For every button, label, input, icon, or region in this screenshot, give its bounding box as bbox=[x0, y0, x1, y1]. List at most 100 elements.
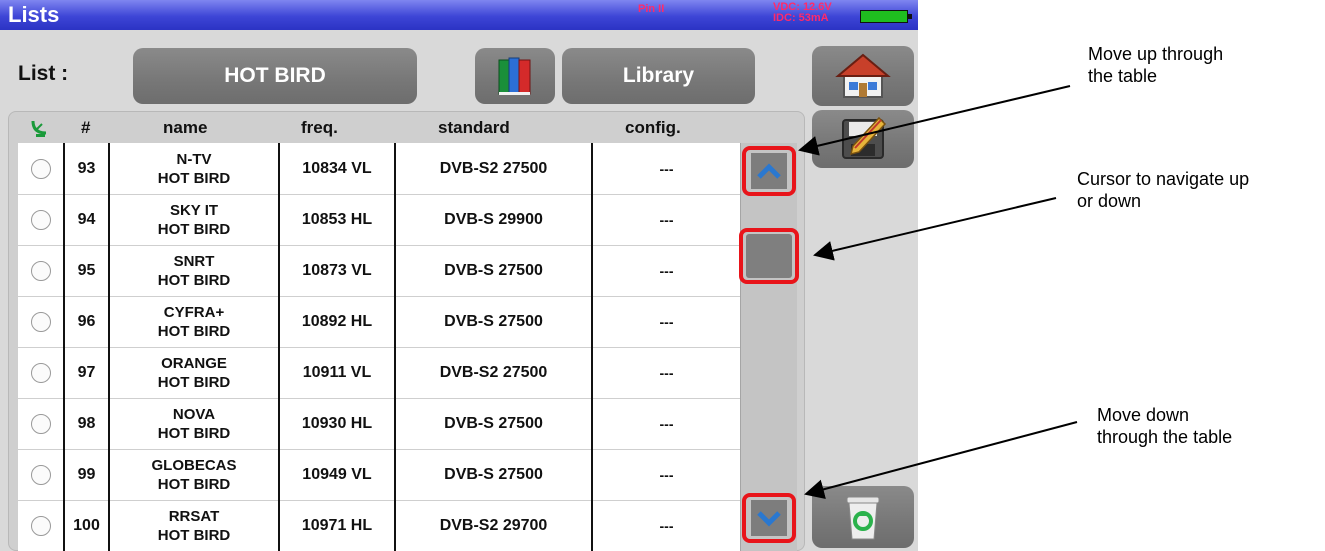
table-row[interactable]: 94 SKY IT HOT BIRD 10853 HL DVB-S 29900 -… bbox=[18, 194, 740, 246]
row-config: --- bbox=[659, 415, 674, 432]
satellite-name: HOT BIRD bbox=[157, 220, 231, 238]
radio-button[interactable] bbox=[30, 413, 51, 434]
save-edit-button[interactable] bbox=[812, 110, 914, 168]
row-radio[interactable] bbox=[18, 143, 65, 194]
radio-button[interactable] bbox=[30, 260, 51, 281]
header-freq: freq. bbox=[301, 118, 338, 137]
idc-readout: IDC: 53mA bbox=[773, 12, 829, 24]
row-name: SNRT HOT BIRD bbox=[110, 245, 280, 296]
row-radio[interactable] bbox=[18, 398, 65, 449]
scroll-down-button[interactable] bbox=[742, 493, 796, 543]
row-radio[interactable] bbox=[18, 296, 65, 347]
radio-button[interactable] bbox=[30, 311, 51, 332]
row-freq: 10892 HL bbox=[280, 296, 396, 347]
radio-button[interactable] bbox=[30, 209, 51, 230]
home-icon bbox=[835, 53, 891, 98]
row-standard: DVB-S2 27500 bbox=[396, 347, 593, 398]
radio-button[interactable] bbox=[30, 464, 51, 485]
row-freq: 10873 VL bbox=[280, 245, 396, 296]
arrow-down-icon bbox=[757, 511, 781, 527]
scrollbar[interactable] bbox=[740, 143, 797, 551]
row-num: 94 bbox=[65, 194, 110, 245]
row-config: --- bbox=[659, 517, 674, 534]
list-label: List : bbox=[18, 62, 69, 85]
home-button[interactable] bbox=[812, 46, 914, 106]
row-freq: 10853 HL bbox=[280, 194, 396, 245]
table-row[interactable]: 96 CYFRA+ HOT BIRD 10892 HL DVB-S 27500 -… bbox=[18, 296, 740, 348]
row-name: NOVA HOT BIRD bbox=[110, 398, 280, 449]
row-num: 99 bbox=[65, 449, 110, 500]
save-edit-icon bbox=[842, 116, 887, 159]
channel-name: RRSAT bbox=[168, 507, 220, 525]
row-config: --- bbox=[659, 160, 674, 177]
row-config: --- bbox=[659, 211, 674, 228]
row-name: ORANGE HOT BIRD bbox=[110, 347, 280, 398]
table-row[interactable]: 93 N-TV HOT BIRD 10834 VL DVB-S2 27500 --… bbox=[18, 143, 740, 195]
header-num: # bbox=[81, 118, 91, 137]
row-num: 97 bbox=[65, 347, 110, 398]
row-name: N-TV HOT BIRD bbox=[110, 143, 280, 194]
row-radio[interactable] bbox=[18, 245, 65, 296]
row-standard: DVB-S 27500 bbox=[396, 398, 593, 449]
channel-name: GLOBECAS bbox=[151, 456, 237, 474]
row-num: 100 bbox=[65, 500, 110, 551]
row-standard: DVB-S 27500 bbox=[396, 296, 593, 347]
page-title: Lists bbox=[8, 2, 60, 27]
channel-name: SKY IT bbox=[169, 201, 219, 219]
row-standard: DVB-S 27500 bbox=[396, 245, 593, 296]
power-readout: VDC: 12.6V IDC: 53mA bbox=[773, 2, 832, 24]
arrow-up-icon bbox=[757, 163, 781, 179]
satellite-name: HOT BIRD bbox=[157, 169, 231, 187]
header-config: config. bbox=[625, 118, 681, 137]
scroll-cursor[interactable] bbox=[739, 228, 799, 284]
row-num: 96 bbox=[65, 296, 110, 347]
row-freq: 10930 HL bbox=[280, 398, 396, 449]
library-icon-button[interactable] bbox=[475, 48, 555, 104]
row-radio[interactable] bbox=[18, 500, 65, 551]
channel-table: 93 N-TV HOT BIRD 10834 VL DVB-S2 27500 --… bbox=[18, 143, 740, 551]
row-name: GLOBECAS HOT BIRD bbox=[110, 449, 280, 500]
satellite-dish-icon bbox=[31, 120, 47, 137]
channel-name: SNRT bbox=[173, 252, 215, 270]
pin-status: Pin II bbox=[638, 3, 665, 15]
channel-name: N-TV bbox=[176, 150, 212, 168]
scroll-up-button[interactable] bbox=[742, 146, 796, 196]
list-select-button[interactable]: HOT BIRD bbox=[133, 48, 417, 104]
satellite-name: HOT BIRD bbox=[157, 526, 231, 544]
radio-button[interactable] bbox=[30, 515, 51, 536]
radio-button[interactable] bbox=[30, 362, 51, 383]
annotation-down: Move down through the table bbox=[1097, 405, 1233, 447]
table-row[interactable]: 97 ORANGE HOT BIRD 10911 VL DVB-S2 27500 … bbox=[18, 347, 740, 399]
row-standard: DVB-S2 27500 bbox=[396, 143, 593, 194]
table-row[interactable]: 95 SNRT HOT BIRD 10873 VL DVB-S 27500 --- bbox=[18, 245, 740, 297]
satellite-name: HOT BIRD bbox=[157, 322, 231, 340]
row-name: RRSAT HOT BIRD bbox=[110, 500, 280, 551]
row-num: 98 bbox=[65, 398, 110, 449]
row-radio[interactable] bbox=[18, 347, 65, 398]
table-row[interactable]: 98 NOVA HOT BIRD 10930 HL DVB-S 27500 --- bbox=[18, 398, 740, 450]
library-button[interactable]: Library bbox=[562, 48, 755, 104]
row-freq: 10971 HL bbox=[280, 500, 396, 551]
radio-button[interactable] bbox=[30, 158, 51, 179]
row-name: SKY IT HOT BIRD bbox=[110, 194, 280, 245]
device-screen: Lists Pin II VDC: 12.6V IDC: 53mA List :… bbox=[0, 0, 918, 551]
row-radio[interactable] bbox=[18, 194, 65, 245]
row-num: 93 bbox=[65, 143, 110, 194]
row-config: --- bbox=[659, 313, 674, 330]
table-row[interactable]: 99 GLOBECAS HOT BIRD 10949 VL DVB-S 27500… bbox=[18, 449, 740, 501]
satellite-name: HOT BIRD bbox=[157, 271, 231, 289]
row-name: CYFRA+ HOT BIRD bbox=[110, 296, 280, 347]
title-bar: Lists Pin II VDC: 12.6V IDC: 53mA bbox=[0, 0, 918, 30]
satellite-name: HOT BIRD bbox=[157, 424, 231, 442]
row-standard: DVB-S2 29700 bbox=[396, 500, 593, 551]
table-row[interactable]: 100 RRSAT HOT BIRD 10971 HL DVB-S2 29700 … bbox=[18, 500, 740, 551]
header-name: name bbox=[163, 118, 208, 137]
trash-recycle-icon bbox=[846, 496, 880, 540]
delete-button[interactable] bbox=[812, 486, 914, 548]
row-radio[interactable] bbox=[18, 449, 65, 500]
header-standard: standard bbox=[438, 118, 510, 137]
channel-name: NOVA bbox=[172, 405, 216, 423]
battery-icon bbox=[860, 10, 912, 23]
library-books-icon bbox=[498, 57, 531, 95]
channel-name: CYFRA+ bbox=[163, 303, 225, 321]
